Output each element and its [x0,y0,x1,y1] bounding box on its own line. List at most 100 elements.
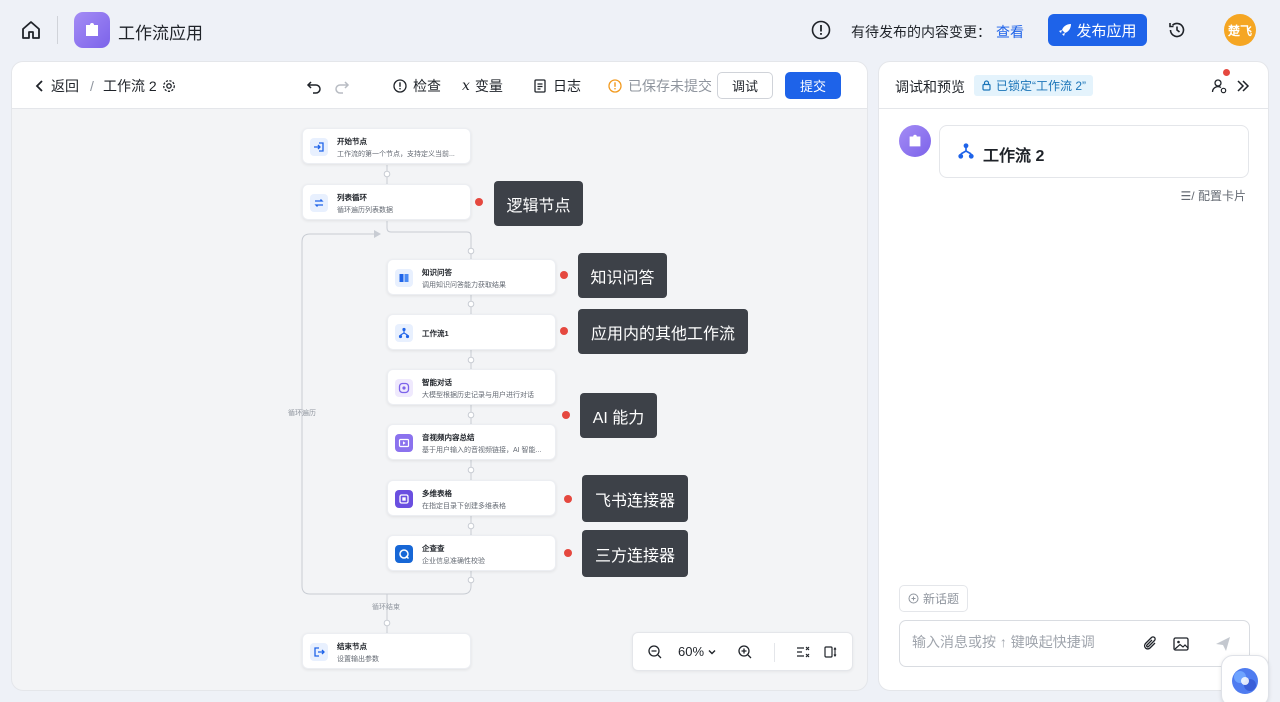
video-icon [395,434,413,452]
node-end[interactable]: 结束节点 设置输出参数 [302,633,471,669]
view-changes-link[interactable]: 查看 [996,22,1024,42]
zoom-level-select[interactable]: 60% [678,644,717,659]
variable-x-icon: 𝑥 [462,77,470,94]
zoom-toolbar: 60% [632,632,853,671]
callout-dot [564,549,572,557]
chevron-left-icon [35,79,43,92]
callout-feishu-connector: 飞书连接器 [582,475,688,522]
node-bitable[interactable]: 多维表格 在指定目录下创建多维表格 [387,480,556,516]
back-button[interactable]: 返回 [34,62,79,109]
workflow-icon [395,324,413,342]
submit-button[interactable]: 提交 [785,72,841,99]
paperclip-icon[interactable] [1142,635,1160,653]
chat-icon [395,379,413,397]
node-title: 音视频内容总结 [422,433,475,442]
config-icon: ☰/ [1180,189,1195,203]
message-composer [899,620,1250,667]
log-button[interactable]: 日志 [532,62,581,109]
settings-icon[interactable] [162,62,176,109]
lock-badge: 已锁定“工作流 2” [974,75,1094,96]
assistant-logo-icon[interactable] [1221,655,1269,702]
check-button[interactable]: 检查 [392,62,441,109]
message-input[interactable] [912,634,1132,650]
end-node-icon [310,643,328,661]
zoom-out-icon[interactable] [647,644,663,660]
rocket-icon [1059,24,1072,36]
send-icon[interactable] [1214,635,1232,653]
node-title: 多维表格 [422,489,452,498]
variables-label: 变量 [474,77,503,94]
auto-layout-icon[interactable] [795,644,811,660]
debug-button[interactable]: 调试 [717,72,773,99]
notification-dot [1223,69,1230,76]
chevron-down-icon [708,649,716,654]
workflow-canvas[interactable]: 循环遍历 循环结束 开始节点 工作流的第一个节点，支持定义当前... 列表循环 … [12,110,867,690]
alert-icon [811,20,831,40]
top-bar: 工作流应用 有待发布的内容变更： 查看 发布应用 楚飞 [0,0,1280,60]
collapse-panel-icon[interactable] [1234,77,1252,95]
variables-button[interactable]: 𝑥 变量 [462,62,503,109]
node-knowledge-qa[interactable]: 知识问答 调用知识问答能力获取结果 [387,259,556,295]
divider [774,643,775,662]
node-smart-chat[interactable]: 智能对话 大模型根据历史记录与用户进行对话 [387,369,556,405]
callout-logic-node: 逻辑节点 [494,181,583,226]
new-topic-button[interactable]: 新话题 [899,585,969,612]
callout-dot [562,411,570,419]
user-settings-icon[interactable] [1210,69,1230,95]
redo-icon[interactable] [334,62,350,109]
log-label: 日志 [553,77,581,94]
node-title: 工作流1 [422,329,449,338]
book-icon [395,269,413,287]
lock-badge-text: 已锁定“工作流 2” [996,79,1087,93]
start-node-icon [310,138,328,156]
publish-label: 发布应用 [1076,22,1137,40]
fit-view-icon[interactable] [823,644,839,660]
node-qichacha[interactable]: 企查查 企业信息准确性校验 [387,535,556,571]
callout-dot [560,327,568,335]
save-status: 已保存未提交 [607,62,712,109]
info-circle-icon [393,78,407,93]
table-icon [395,490,413,508]
node-desc: 调用知识问答能力获取结果 [422,282,506,289]
node-title: 列表循环 [337,193,367,202]
node-title: 智能对话 [422,378,452,387]
publish-app-button[interactable]: 发布应用 [1048,14,1147,46]
check-label: 检查 [413,77,441,94]
node-desc: 大模型根据历史记录与用户进行对话 [422,392,534,399]
workflow-editor-panel: 返回 / 工作流 2 检查 𝑥 变量 日志 已保存未提交 调试 提交 循环遍历 … [11,61,868,691]
log-icon [534,78,546,93]
loop-side-label: 循环遍历 [288,410,316,417]
node-av-summary[interactable]: 音视频内容总结 基于用户输入的音视频链接，AI 智能... [387,424,556,460]
history-icon[interactable] [1167,20,1187,40]
divider [57,16,58,44]
workflow-card[interactable]: 工作流 2 [939,125,1249,178]
undo-icon[interactable] [306,62,322,109]
preview-header: 调试和预览 已锁定“工作流 2” [879,62,1268,109]
loop-end-label: 循环结束 [372,604,400,611]
image-icon[interactable] [1172,635,1190,653]
plus-circle-icon [908,593,919,604]
node-title: 知识问答 [422,268,452,277]
home-icon[interactable] [20,19,42,41]
user-avatar[interactable]: 楚飞 [1224,14,1256,46]
config-card-label: 配置卡片 [1197,189,1246,203]
loop-node-icon [310,194,328,212]
node-title: 开始节点 [337,137,367,146]
callout-other-workflows: 应用内的其他工作流 [578,309,748,354]
save-status-label: 已保存未提交 [628,77,712,94]
config-card-button[interactable]: ☰/ 配置卡片 [1181,187,1246,204]
pending-changes-text: 有待发布的内容变更： [851,24,991,40]
node-title: 结束节点 [337,642,367,651]
node-desc: 循环遍历列表数据 [337,207,393,214]
editor-toolbar: 返回 / 工作流 2 检查 𝑥 变量 日志 已保存未提交 调试 提交 [12,62,867,109]
node-desc: 基于用户输入的音视频链接，AI 智能... [422,447,542,454]
node-desc: 工作流的第一个节点，支持定义当前... [337,151,455,158]
node-list-loop[interactable]: 列表循环 循环遍历列表数据 [302,184,471,220]
node-desc: 企业信息准确性校验 [422,558,485,565]
callout-knowledge-qa: 知识问答 [578,253,667,298]
qichacha-icon [395,545,413,563]
node-start[interactable]: 开始节点 工作流的第一个节点，支持定义当前... [302,128,471,164]
zoom-in-icon[interactable] [737,644,753,660]
new-topic-label: 新话题 [923,592,960,606]
node-workflow1[interactable]: 工作流1 [387,314,556,350]
